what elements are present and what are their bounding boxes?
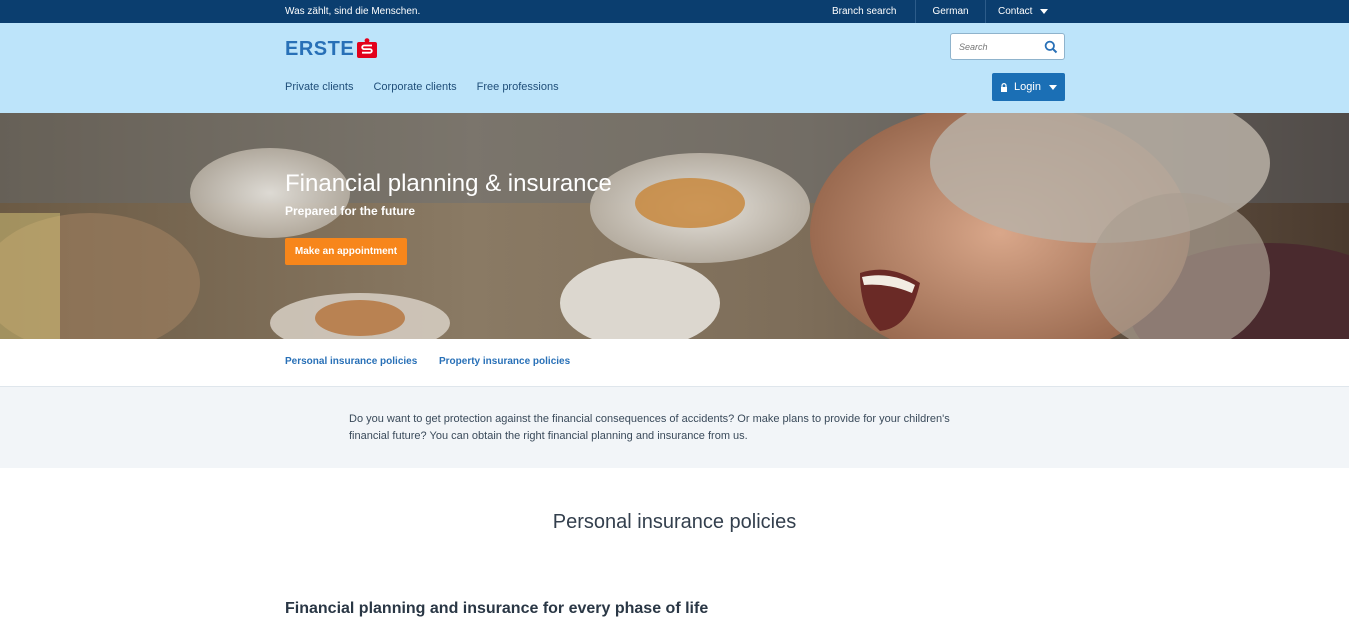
login-label: Login <box>1014 81 1041 93</box>
page: Was zählt, sind die Menschen. Branch sea… <box>0 0 1349 632</box>
anchor-property-insurance[interactable]: Property insurance policies <box>439 356 570 367</box>
hero-image <box>0 113 1349 339</box>
search-icon[interactable] <box>1044 40 1058 54</box>
language-link[interactable]: German <box>915 0 985 23</box>
hero-banner: Financial planning & insurance Prepared … <box>0 113 1349 339</box>
intro-section: Do you want to get protection against th… <box>0 387 1349 468</box>
chevron-down-icon <box>1040 8 1049 14</box>
lock-icon <box>1001 82 1008 92</box>
section-subtitle: Financial planning and insurance for eve… <box>285 600 709 617</box>
tagline: Was zählt, sind die Menschen. <box>285 6 421 17</box>
contact-dropdown[interactable]: Contact <box>985 0 1065 23</box>
main-nav: Private clients Corporate clients Free p… <box>285 81 579 93</box>
nav-free-professions[interactable]: Free professions <box>477 81 559 93</box>
make-appointment-button[interactable]: Make an appointment <box>285 238 407 265</box>
nav-private-clients[interactable]: Private clients <box>285 81 353 93</box>
contact-label: Contact <box>998 6 1033 17</box>
chevron-down-icon <box>1048 84 1057 90</box>
login-button[interactable]: Login <box>992 73 1065 101</box>
erste-s-logo-icon <box>357 38 378 58</box>
section-anchors: Personal insurance policies Property ins… <box>0 339 1349 387</box>
header: ERSTE Private clients Corporate clients … <box>0 23 1349 113</box>
section-title: Personal insurance policies <box>552 511 797 533</box>
search-box[interactable] <box>950 33 1065 60</box>
search-input[interactable] <box>959 39 1039 55</box>
logo-text: ERSTE <box>285 37 355 60</box>
nav-corporate-clients[interactable]: Corporate clients <box>373 81 456 93</box>
top-links: Branch search German Contact <box>820 0 1065 23</box>
branch-search-link[interactable]: Branch search <box>820 0 915 23</box>
erste-logo[interactable]: ERSTE <box>285 37 378 61</box>
hero-subtitle: Prepared for the future <box>285 204 416 218</box>
intro-text: Do you want to get protection against th… <box>349 413 950 442</box>
hero-title: Financial planning & insurance <box>285 170 612 197</box>
top-bar: Was zählt, sind die Menschen. Branch sea… <box>0 0 1349 23</box>
anchor-personal-insurance[interactable]: Personal insurance policies <box>285 356 417 367</box>
